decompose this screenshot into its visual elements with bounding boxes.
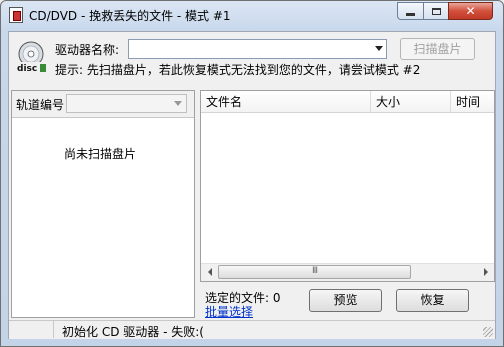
scrollbar-thumb[interactable]: III xyxy=(218,265,411,279)
status-bar: 初始化 CD 驱动器 - 失败:( xyxy=(9,320,495,339)
track-header: 轨道编号 xyxy=(12,91,194,118)
arrow-left-icon xyxy=(207,268,212,276)
track-panel: 轨道编号 尚未扫描盘片 xyxy=(11,90,195,318)
column-header-size[interactable]: 大小 xyxy=(371,91,451,113)
track-number-select[interactable] xyxy=(66,94,187,113)
status-text: 初始化 CD 驱动器 - 失败:( xyxy=(62,325,204,339)
minimize-button[interactable] xyxy=(397,2,424,20)
file-list[interactable]: 文件名 大小 时间 III xyxy=(200,90,495,282)
scan-disc-button[interactable]: 扫描盘片 xyxy=(400,38,475,60)
close-button[interactable]: ✕ xyxy=(448,2,493,20)
maximize-icon xyxy=(431,7,441,15)
maximize-button[interactable] xyxy=(423,2,449,20)
column-header-filename[interactable]: 文件名 xyxy=(201,91,371,113)
dropdown-arrow-icon xyxy=(174,101,182,106)
scroll-right-button[interactable] xyxy=(477,264,494,280)
minimize-icon xyxy=(406,12,415,16)
dropdown-arrow-icon xyxy=(375,46,383,51)
no-scan-message: 尚未扫描盘片 xyxy=(64,147,137,161)
arrow-right-icon xyxy=(483,268,488,276)
hint-text: 提示: 先扫描盘片，若此恢复模式无法找到您的文件，请尝试模式 #2 xyxy=(55,63,421,77)
recover-button[interactable]: 恢复 xyxy=(396,289,469,312)
status-segment xyxy=(9,321,54,338)
disc-icon: disc xyxy=(16,41,46,73)
scroll-left-button[interactable] xyxy=(201,264,218,280)
column-header-time[interactable]: 时间 xyxy=(451,91,494,113)
resize-grip-icon[interactable] xyxy=(483,327,493,337)
batch-select-link[interactable]: 批量选择 xyxy=(205,303,253,320)
drive-name-label: 驱动器名称: xyxy=(55,43,120,57)
preview-button[interactable]: 预览 xyxy=(309,289,382,312)
close-icon: ✕ xyxy=(465,4,476,18)
horizontal-scrollbar[interactable]: III xyxy=(201,263,494,281)
main-panel: disc 驱动器名称: 扫描盘片 提示: 先扫描盘片，若此恢复模式无法找到您的文… xyxy=(8,31,496,339)
app-icon[interactable] xyxy=(9,7,23,23)
disc-icon-label: disc xyxy=(17,64,37,73)
drive-select[interactable] xyxy=(128,39,387,59)
app-window: CD/DVD - 挽救丢失的文件 - 模式 #1 ✕ disc 驱动器名称: 扫… xyxy=(0,0,504,347)
title-bar[interactable]: CD/DVD - 挽救丢失的文件 - 模式 #1 ✕ xyxy=(1,1,503,29)
window-title: CD/DVD - 挽救丢失的文件 - 模式 #1 xyxy=(29,9,231,23)
track-number-label: 轨道编号 xyxy=(16,98,65,112)
